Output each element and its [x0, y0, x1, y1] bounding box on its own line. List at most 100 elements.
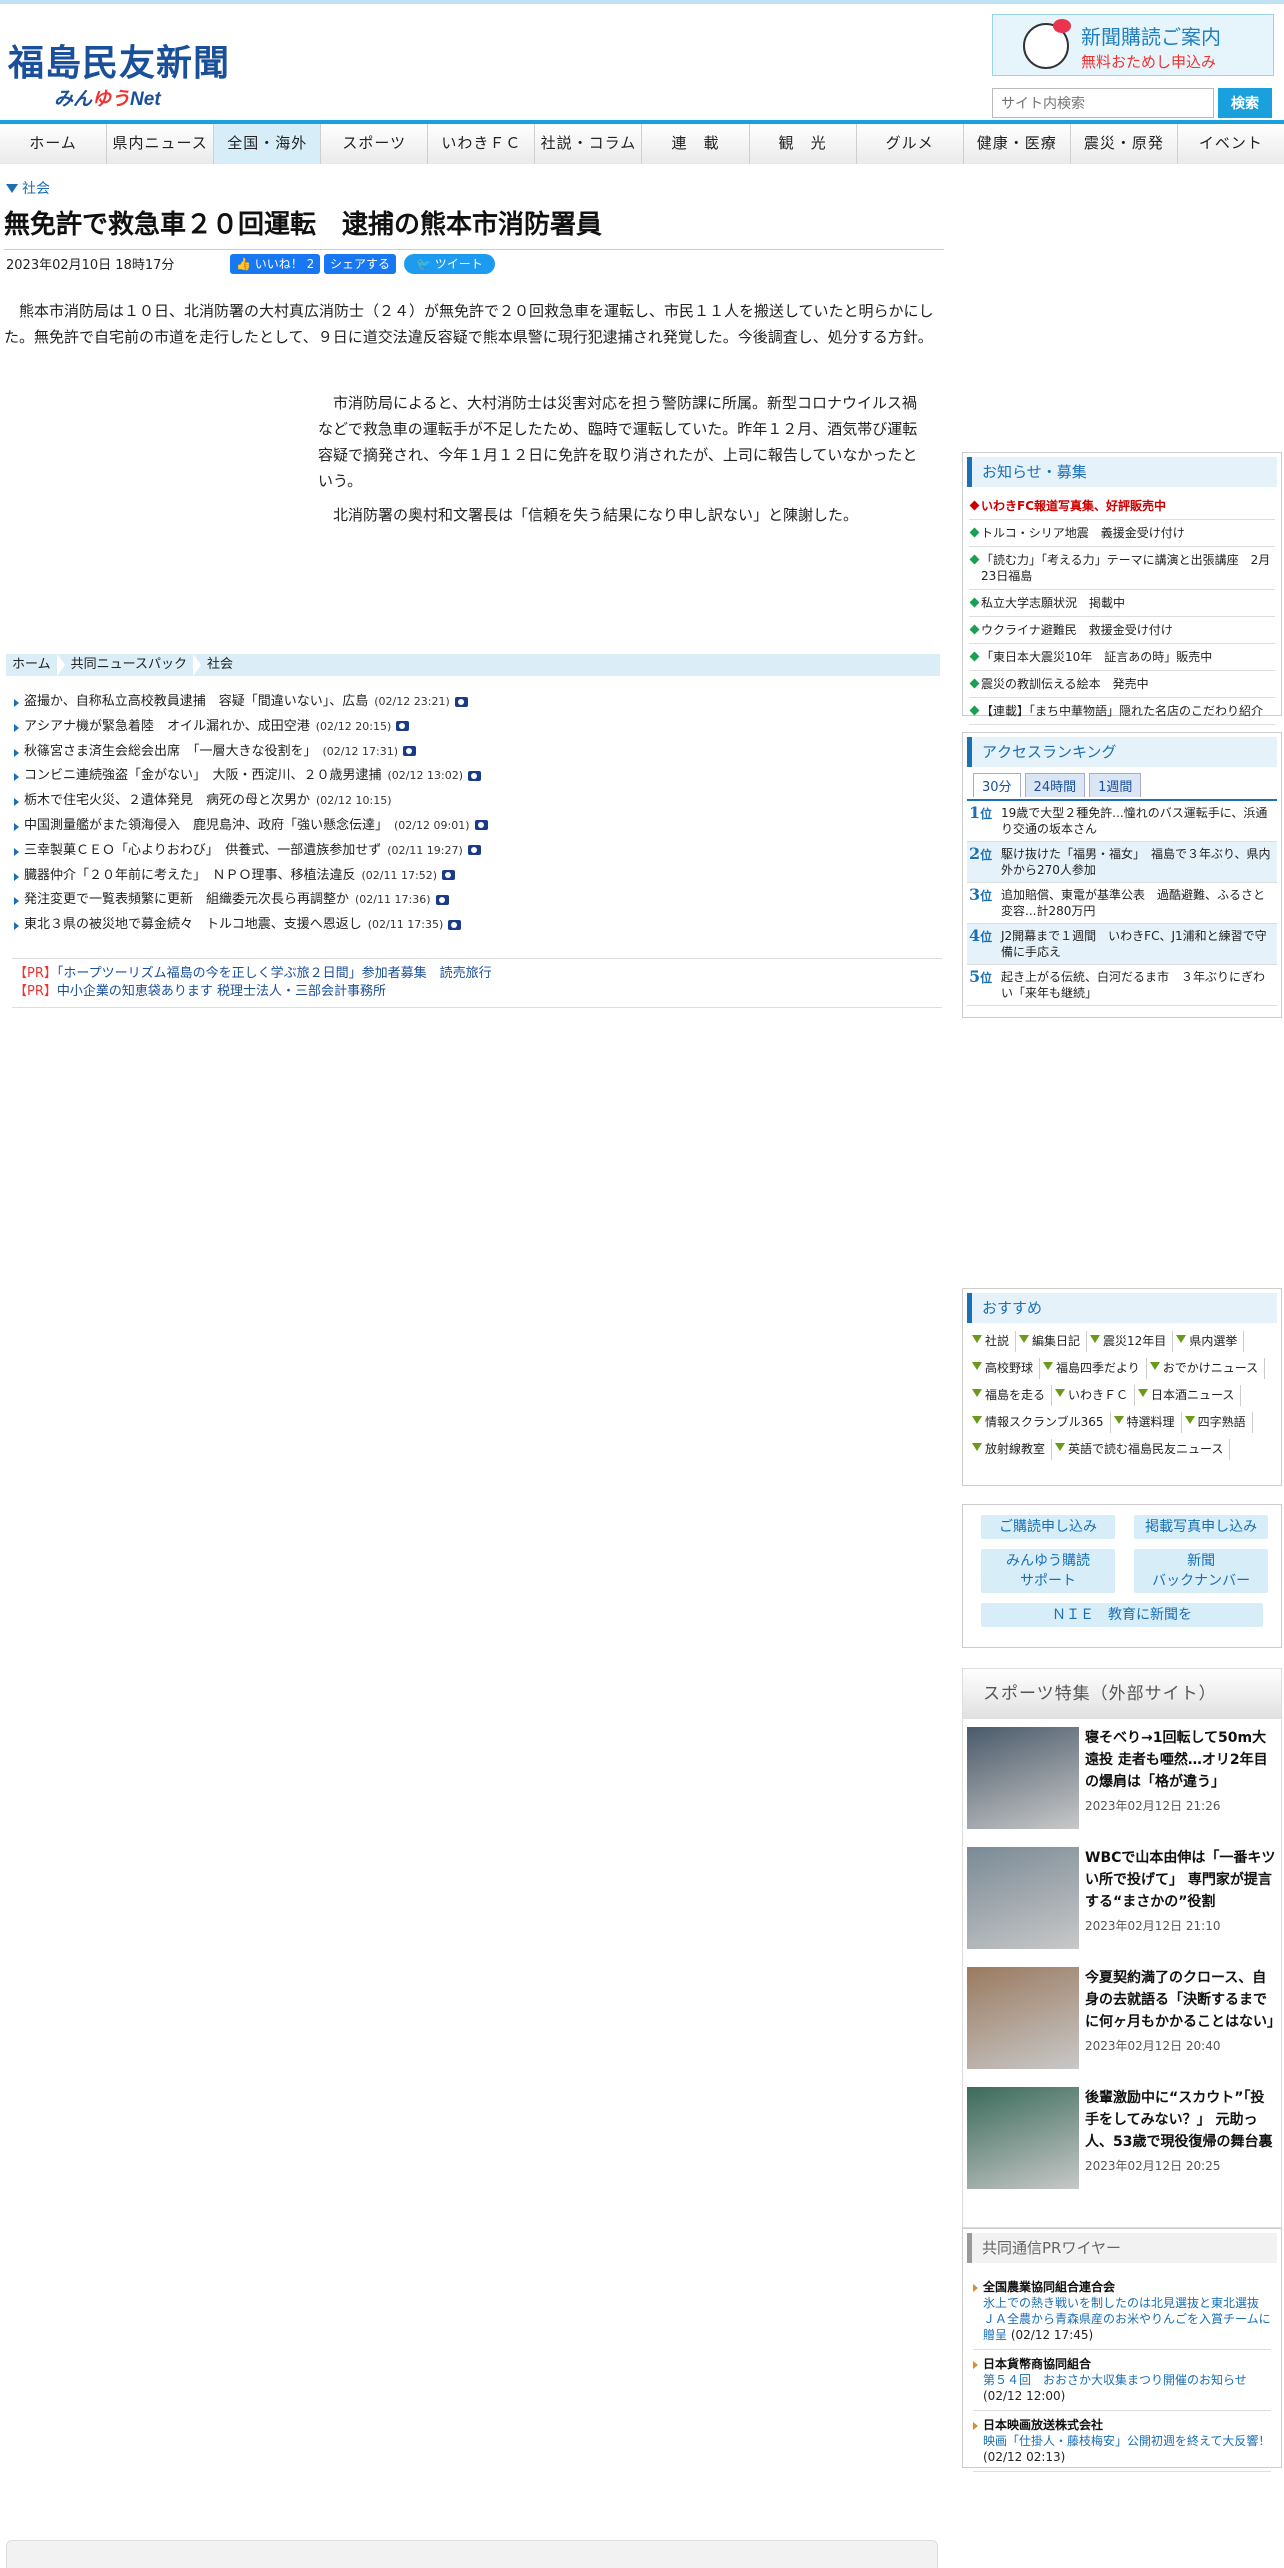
- news-title[interactable]: アシアナ機が緊急着陸 オイル漏れか、成田空港: [24, 719, 310, 734]
- news-item[interactable]: 秋篠宮さま済生会総会出席 「一層大きな役割を」 (02/12 17:31): [12, 740, 942, 765]
- notice-item[interactable]: 「読む力」「考える力」テーマに講演と出張講座 2月23日福島: [969, 547, 1275, 590]
- ranking-text[interactable]: 起き上がる伝統、白河だるま市 ３年ぶりにぎわい「来年も継続」: [1001, 969, 1275, 1001]
- ranking-item[interactable]: 5位 起き上がる伝統、白河だるま市 ３年ぶりにぎわい「来年も継続」: [967, 965, 1277, 1006]
- breadcrumb-kyodo[interactable]: 共同ニュースパック: [65, 654, 202, 676]
- kyodo-pr-item[interactable]: 日本貨幣商協同組合 第５４回 おおさか大収集まつり開催のお知らせ (02/12 1…: [973, 2350, 1271, 2411]
- notice-item[interactable]: トルコ・シリア地震 義援金受け付け: [969, 520, 1275, 547]
- recommend-tag[interactable]: おでかけニュース: [1147, 1358, 1266, 1379]
- article-category[interactable]: 社会: [6, 178, 50, 198]
- recommend-tag[interactable]: 放射線教室: [969, 1439, 1053, 1460]
- ranking-text[interactable]: 追加賠償、東電が基準公表 過酷避難、ふるさと変容...計280万円: [1001, 887, 1275, 919]
- notice-item[interactable]: ウクライナ避難民 救援金受け付け: [969, 617, 1275, 644]
- nav-item-disaster[interactable]: 震災・原発: [1069, 124, 1177, 164]
- subscription-banner[interactable]: 新聞購読ご案内 無料おためし申込み: [992, 14, 1274, 76]
- sports-article[interactable]: 後輩激励中に“スカウト”「投手をしてみない？」 元助っ人、53歳で現役復帰の舞台…: [963, 2079, 1281, 2199]
- recommend-tag[interactable]: 四字熟語: [1182, 1412, 1253, 1433]
- news-item[interactable]: 発注変更で一覧表頻繁に更新 組織委元次長ら再調整か (02/11 17:36): [12, 888, 942, 913]
- pr-link[interactable]: 中小企業の知恵袋あります 税理士法人・三部会計事務所: [57, 984, 386, 999]
- nav-item-events[interactable]: イベント: [1176, 124, 1284, 164]
- sports-thumbnail[interactable]: [967, 1847, 1079, 1949]
- news-title[interactable]: 三幸製菓ＣＥＯ「心よりおわび」 供養式、一部遺族参加せず: [24, 843, 381, 858]
- sports-thumbnail[interactable]: [967, 1727, 1079, 1829]
- sports-article[interactable]: WBCで山本由伸は「一番キツい所で投げて」 専門家が提言する“まさかの”役割 20…: [963, 1839, 1281, 1959]
- ranking-item[interactable]: 1位 19歳で大型２種免許...憧れのバス運転手に、浜通り交通の坂本さん: [967, 801, 1277, 842]
- news-item[interactable]: アシアナ機が緊急着陸 オイル漏れか、成田空港 (02/12 20:15): [12, 715, 942, 740]
- nav-item-health[interactable]: 健康・医療: [962, 124, 1070, 164]
- notice-item[interactable]: 震災の教訓伝える絵本 発売中: [969, 671, 1275, 698]
- facebook-share-button[interactable]: シェアする: [324, 254, 397, 274]
- news-title[interactable]: 東北３県の被災地で募金続々 トルコ地震、支援へ恩返し: [24, 917, 362, 932]
- ranking-item[interactable]: 3位 追加賠償、東電が基準公表 過酷避難、ふるさと変容...計280万円: [967, 883, 1277, 924]
- sports-article-title[interactable]: 寝そべり→1回転して50m大遠投 走者も唖然…オリ2年目の爆肩は「格が違う」: [1085, 1727, 1277, 1793]
- news-item[interactable]: 臓器仲介「２０年前に考えた」 ＮＰＯ理事、移植法違反 (02/11 17:52): [12, 864, 942, 889]
- sports-article[interactable]: 寝そべり→1回転して50m大遠投 走者も唖然…オリ2年目の爆肩は「格が違う」 20…: [963, 1719, 1281, 1839]
- recommend-tag[interactable]: 情報スクランブル365: [969, 1412, 1111, 1433]
- notice-item[interactable]: いわきFC報道写真集、好評販売中: [969, 493, 1275, 520]
- news-title[interactable]: 発注変更で一覧表頻繁に更新 組織委元次長ら再調整か: [24, 892, 349, 907]
- ranking-tab-30min[interactable]: 30分: [973, 773, 1021, 797]
- recommend-tag[interactable]: 福島四季だより: [1040, 1358, 1147, 1379]
- nav-item-gourmet[interactable]: グルメ: [855, 124, 963, 164]
- ranking-item[interactable]: 2位 駆け抜けた「福男・福女」 福島で３年ぶり、県内外から270人参加: [967, 842, 1277, 883]
- sports-article-title[interactable]: 今夏契約満了のクロース、自身の去就語る「決断するまでに何ヶ月もかかることはない」: [1085, 1967, 1281, 2033]
- search-button[interactable]: 検索: [1218, 88, 1272, 118]
- notice-item[interactable]: 私立大学志願状況 掲載中: [969, 590, 1275, 617]
- breadcrumb-home[interactable]: ホーム: [6, 654, 65, 676]
- news-item[interactable]: 中国測量艦がまた領海侵入 鹿児島沖、政府「強い懸念伝達」 (02/12 09:01…: [12, 814, 942, 839]
- nav-item-home[interactable]: ホーム: [0, 124, 106, 164]
- kyodo-pr-link[interactable]: 映画「仕掛人・藤枝梅安」公開初週を終えて大反響！: [983, 2434, 1270, 2448]
- facebook-like-button[interactable]: 👍 いいね！ 2: [230, 254, 321, 274]
- back-number-button[interactable]: 新聞 バックナンバー: [1134, 1549, 1269, 1593]
- ranking-item[interactable]: 4位 J2開幕まで１週間 いわきFC、J1浦和と練習で守備に手応え: [967, 924, 1277, 965]
- news-item[interactable]: 盗撮か、自称私立高校教員逮捕 容疑「間違いない」、広島 (02/12 23:21): [12, 690, 942, 715]
- sports-thumbnail[interactable]: [967, 2087, 1079, 2189]
- recommend-tag[interactable]: 編集日記: [1016, 1331, 1088, 1352]
- kyodo-pr-link[interactable]: 第５４回 おおさか大収集まつり開催のお知らせ: [983, 2373, 1247, 2387]
- news-item[interactable]: 栃木で住宅火災、２遺体発見 病死の母と次男か (02/12 10:15): [12, 789, 942, 814]
- recommend-tag[interactable]: 社説: [969, 1331, 1017, 1352]
- news-title[interactable]: 秋篠宮さま済生会総会出席 「一層大きな役割を」: [24, 744, 317, 759]
- pr-item[interactable]: 【PR】中小企業の知恵袋あります 税理士法人・三部会計事務所: [14, 983, 940, 1001]
- news-item[interactable]: 東北３県の被災地で募金続々 トルコ地震、支援へ恩返し (02/11 17:35): [12, 913, 942, 938]
- notice-item[interactable]: 【連載】「まち中華物語」隠れた名店のこだわり紹介: [969, 698, 1275, 725]
- recommend-tag[interactable]: 高校野球: [969, 1358, 1041, 1379]
- recommend-tag[interactable]: 英語で読む福島民友ニュース: [1052, 1439, 1231, 1460]
- subscription-support-button[interactable]: みんゆう購読 サポート: [981, 1549, 1115, 1593]
- pr-link[interactable]: 「ホープツーリズム福島の今を正しく学ぶ旅２日間」参加者募集 読売旅行: [57, 966, 492, 981]
- ranking-text[interactable]: 19歳で大型２種免許...憧れのバス運転手に、浜通り交通の坂本さん: [1001, 805, 1275, 837]
- recommend-tag[interactable]: 特選料理: [1111, 1412, 1182, 1433]
- news-title[interactable]: 盗撮か、自称私立高校教員逮捕 容疑「間違いない」、広島: [24, 694, 368, 709]
- nav-item-sports[interactable]: スポーツ: [320, 124, 427, 164]
- news-item[interactable]: 三幸製菓ＣＥＯ「心よりおわび」 供養式、一部遺族参加せず (02/11 19:27…: [12, 839, 942, 864]
- photo-request-button[interactable]: 掲載写真申し込み: [1134, 1515, 1269, 1539]
- ranking-text[interactable]: J2開幕まで１週間 いわきFC、J1浦和と練習で守備に手応え: [1001, 928, 1275, 960]
- nav-item-national[interactable]: 全国・海外: [213, 124, 321, 164]
- recommend-tag[interactable]: 震災12年目: [1087, 1331, 1174, 1352]
- ranking-tab-24h[interactable]: 24時間: [1024, 773, 1086, 797]
- news-title[interactable]: 栃木で住宅火災、２遺体発見 病死の母と次男か: [24, 793, 310, 808]
- recommend-tag[interactable]: 県内選挙: [1173, 1331, 1245, 1352]
- search-input[interactable]: [992, 88, 1214, 118]
- nav-item-editorial[interactable]: 社説・コラム: [534, 124, 641, 164]
- news-item[interactable]: コンビニ連続強盗「金がない」 大阪・西淀川、２０歳男逮捕 (02/12 13:02…: [12, 764, 942, 789]
- news-title[interactable]: コンビニ連続強盗「金がない」 大阪・西淀川、２０歳男逮捕: [24, 768, 382, 783]
- notice-item[interactable]: 「東日本大震災10年 証言あの時」販売中: [969, 644, 1275, 671]
- news-title[interactable]: 臓器仲介「２０年前に考えた」 ＮＰＯ理事、移植法違反: [24, 868, 356, 883]
- ranking-text[interactable]: 駆け抜けた「福男・福女」 福島で３年ぶり、県内外から270人参加: [1001, 846, 1275, 878]
- recommend-tag[interactable]: 日本酒ニュース: [1135, 1385, 1242, 1406]
- kyodo-pr-item[interactable]: 全国農業協同組合連合会 氷上での熱き戦いを制したのは北見選抜と東北選抜 ＪＡ全農か…: [973, 2273, 1271, 2350]
- kyodo-pr-item[interactable]: 日本映画放送株式会社 映画「仕掛人・藤枝梅安」公開初週を終えて大反響！ (02/1…: [973, 2411, 1271, 2472]
- nav-item-local[interactable]: 県内ニュース: [106, 124, 213, 164]
- recommend-tag[interactable]: いわきＦＣ: [1052, 1385, 1136, 1406]
- sports-article[interactable]: 今夏契約満了のクロース、自身の去就語る「決断するまでに何ヶ月もかかることはない」…: [963, 1959, 1281, 2079]
- pr-item[interactable]: 【PR】「ホープツーリズム福島の今を正しく学ぶ旅２日間」参加者募集 読売旅行: [14, 965, 940, 983]
- sports-article-title[interactable]: 後輩激励中に“スカウト”「投手をしてみない？」 元助っ人、53歳で現役復帰の舞台…: [1085, 2087, 1277, 2153]
- nav-item-iwaki-fc[interactable]: いわきＦＣ: [427, 124, 534, 164]
- sports-article-title[interactable]: WBCで山本由伸は「一番キツい所で投げて」 専門家が提言する“まさかの”役割: [1085, 1847, 1277, 1913]
- ranking-tab-week[interactable]: 1週間: [1089, 773, 1142, 797]
- tweet-button[interactable]: 🐦 ツイート: [404, 254, 495, 274]
- nav-item-tourism[interactable]: 観 光: [748, 124, 856, 164]
- nav-item-series[interactable]: 連 載: [641, 124, 748, 164]
- nie-button[interactable]: ＮＩＥ 教育に新聞を: [981, 1603, 1263, 1627]
- sports-thumbnail[interactable]: [967, 1967, 1079, 2069]
